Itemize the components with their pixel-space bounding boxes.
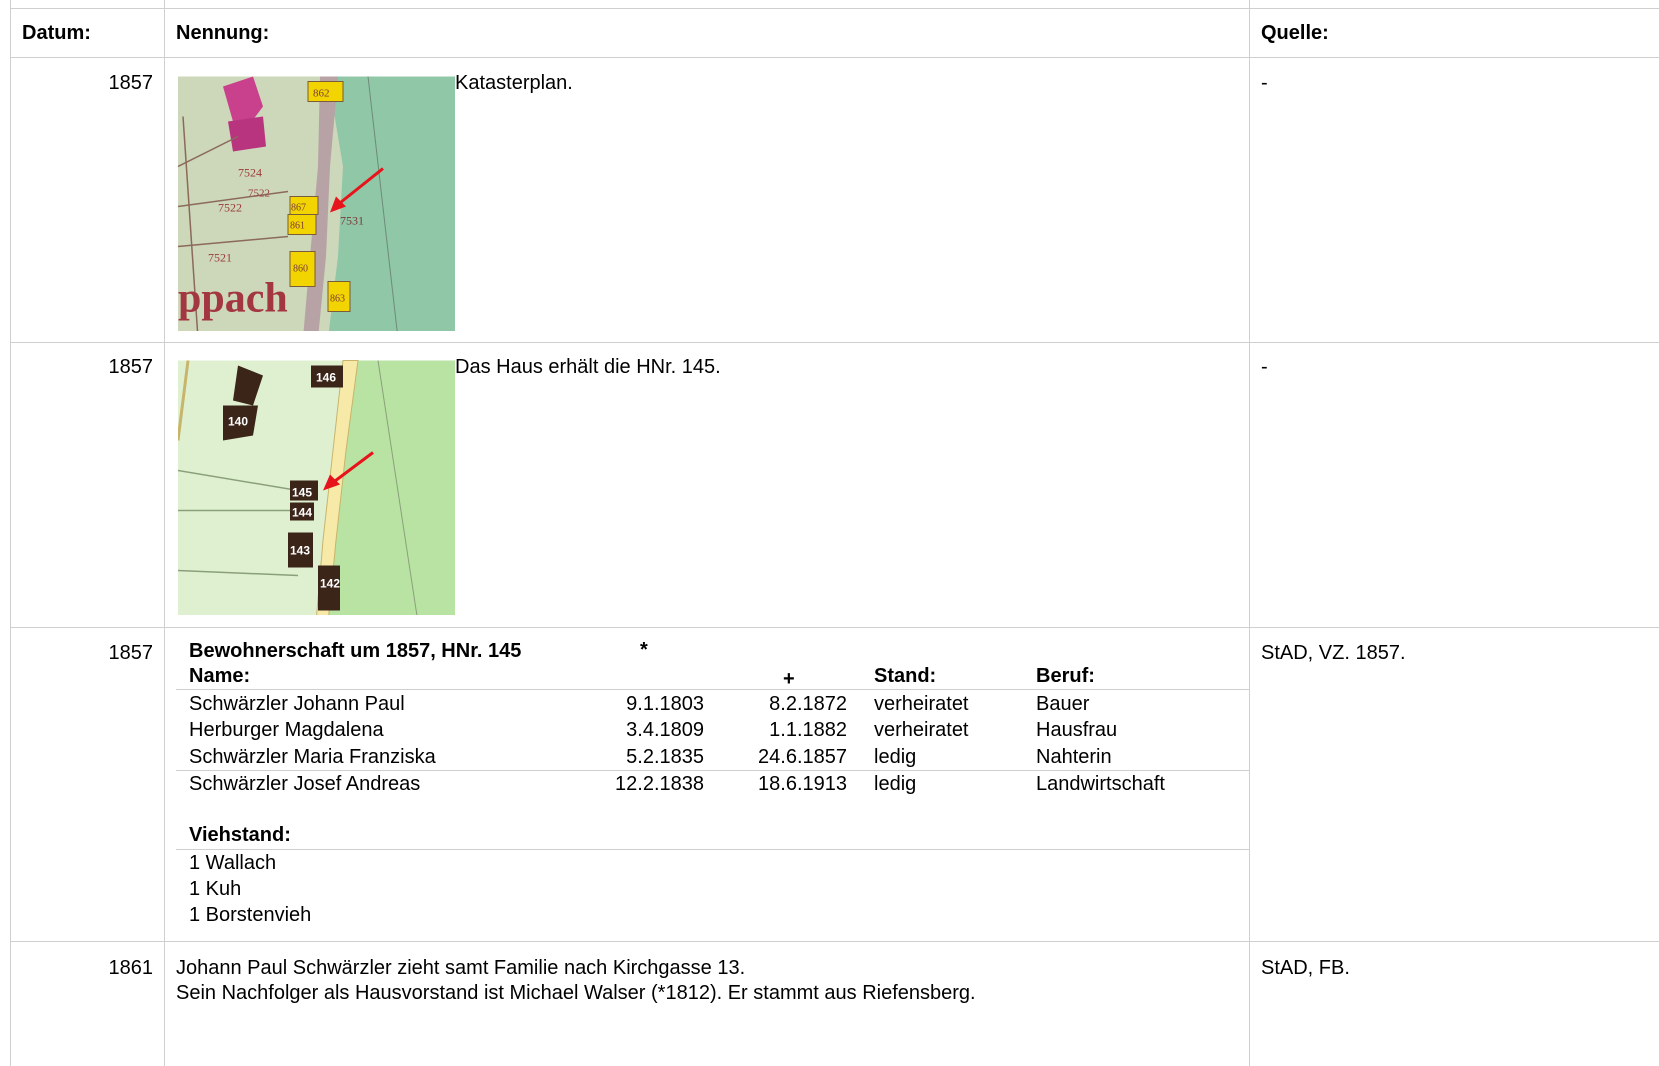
svg-text:142: 142 xyxy=(320,577,340,591)
census-person-name: Schwärzler Johann Paul xyxy=(189,693,405,715)
header-divider xyxy=(10,57,1659,58)
house-number-map-image: 146 140 145 144 143 142 xyxy=(178,353,455,615)
svg-text:861: 861 xyxy=(290,221,305,232)
table-left-border xyxy=(10,0,11,1066)
row-divider-3 xyxy=(10,941,1659,942)
svg-text:144: 144 xyxy=(292,506,312,520)
cadastral-map-image: 7524 7522 7522 7531 7521 862 867 861 860… xyxy=(178,69,455,331)
svg-text:ppach: ppach xyxy=(178,276,288,322)
row-divider-1 xyxy=(10,342,1659,343)
row-4-text-line-1: Johann Paul Schwärzler zieht samt Famili… xyxy=(176,957,746,979)
header-quelle: Quelle: xyxy=(1261,22,1329,44)
census-person-occupation: Nahterin xyxy=(1036,746,1112,768)
svg-text:860: 860 xyxy=(293,264,308,275)
row-3-year: 1857 xyxy=(108,642,154,664)
census-person-name: Schwärzler Maria Franziska xyxy=(189,746,436,768)
row-2-year: 1857 xyxy=(108,356,154,378)
svg-text:140: 140 xyxy=(228,415,248,429)
row-4-text-line-2: Sein Nachfolger als Hausvorstand ist Mic… xyxy=(176,982,976,1004)
census-person-name: Herburger Magdalena xyxy=(189,719,384,741)
svg-text:863: 863 xyxy=(330,294,345,305)
header-datum: Datum: xyxy=(22,22,91,44)
svg-text:862: 862 xyxy=(313,88,330,100)
svg-text:7521: 7521 xyxy=(208,251,232,265)
svg-text:143: 143 xyxy=(290,544,310,558)
svg-text:867: 867 xyxy=(291,203,306,214)
census-person-name: Schwärzler Josef Andreas xyxy=(189,773,421,795)
row-1-text: Katasterplan. xyxy=(455,72,573,94)
census-person-death: 18.6.1913 xyxy=(758,773,847,795)
census-person-birth: 12.2.1838 xyxy=(615,773,704,795)
row-4-year: 1861 xyxy=(108,957,154,979)
table-top-border xyxy=(10,8,1659,9)
census-person-occupation: Bauer xyxy=(1036,693,1090,715)
census-person-birth: 9.1.1803 xyxy=(626,693,704,715)
svg-text:7524: 7524 xyxy=(238,166,262,180)
census-col-status: Stand: xyxy=(874,665,937,687)
census-header-divider xyxy=(176,689,1249,690)
svg-text:146: 146 xyxy=(316,371,336,385)
svg-text:7522: 7522 xyxy=(248,188,270,200)
svg-text:7531: 7531 xyxy=(340,214,364,228)
livestock-item: 1 Wallach xyxy=(189,852,277,874)
row-4-source: StAD, FB. xyxy=(1261,957,1350,979)
census-person-occupation: Hausfrau xyxy=(1036,719,1118,741)
row-3-source: StAD, VZ. 1857. xyxy=(1261,642,1406,664)
svg-text:7522: 7522 xyxy=(218,201,242,215)
census-person-status: ledig xyxy=(874,773,917,795)
row-1-year: 1857 xyxy=(108,72,154,94)
census-col-occupation: Beruf: xyxy=(1036,665,1095,687)
row-2-text: Das Haus erhält die HNr. 145. xyxy=(455,356,721,378)
livestock-item: 1 Kuh xyxy=(189,878,242,900)
census-person-death: 8.2.1872 xyxy=(769,693,847,715)
column-divider-1 xyxy=(164,0,165,1066)
column-divider-2 xyxy=(1249,0,1250,1066)
census-col-birth: * xyxy=(640,639,648,661)
row-1-source: - xyxy=(1261,72,1268,94)
livestock-title: Viehstand: xyxy=(189,824,291,846)
census-person-death: 1.1.1882 xyxy=(769,719,847,741)
row-divider-2 xyxy=(10,627,1659,628)
livestock-item: 1 Borstenvieh xyxy=(189,904,312,926)
row-2-source: - xyxy=(1261,356,1268,378)
census-person-birth: 3.4.1809 xyxy=(626,719,704,741)
census-person-death: 24.6.1857 xyxy=(758,746,847,768)
census-person-occupation: Landwirtschaft xyxy=(1036,773,1165,795)
cadastral-map-graphic: 7524 7522 7522 7531 7521 862 867 861 860… xyxy=(178,76,455,331)
census-col-name: Name: xyxy=(189,665,251,687)
livestock-divider xyxy=(176,849,1249,850)
census-person-status: verheiratet xyxy=(874,719,969,741)
census-person-birth: 5.2.1835 xyxy=(626,746,704,768)
census-person-status: verheiratet xyxy=(874,693,969,715)
header-nennung: Nennung: xyxy=(176,22,270,44)
census-person-status: ledig xyxy=(874,746,917,768)
census-title: Bewohnerschaft um 1857, HNr. 145 xyxy=(189,640,522,662)
svg-text:145: 145 xyxy=(292,486,312,500)
house-number-map-graphic: 146 140 145 144 143 142 xyxy=(178,360,455,615)
